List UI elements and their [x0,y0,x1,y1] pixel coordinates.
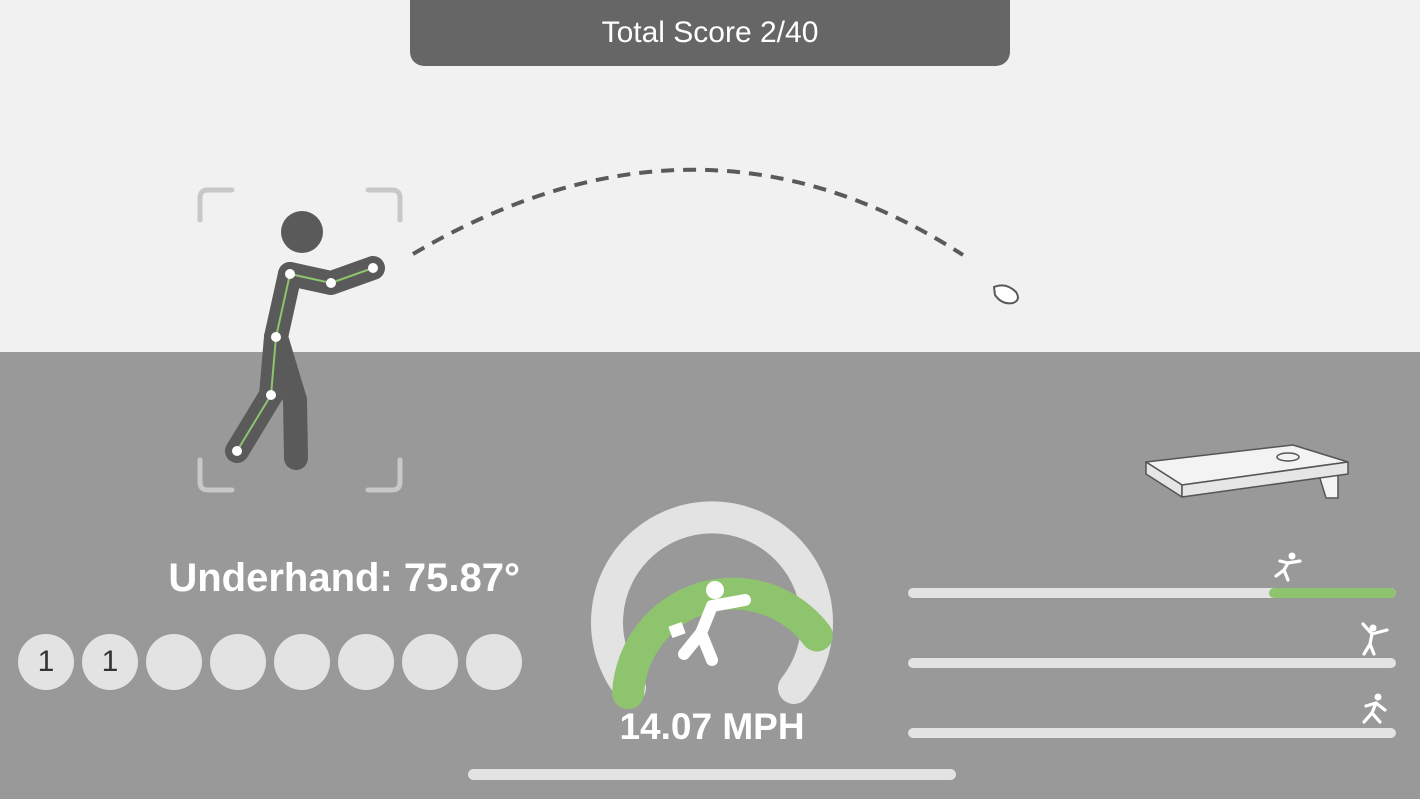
round-score-dot: 1 [82,634,138,690]
bean-bag-icon [992,284,1019,305]
cornhole-board-icon [1145,444,1349,499]
round-score-dots: 1 1 [18,634,522,690]
overhand-throw-icon [1361,622,1389,656]
round-score-dot: 1 [18,634,74,690]
underhand-throw-bar-fill [1269,588,1396,598]
progress-track [468,769,956,780]
round-score-dot [402,634,458,690]
underhand-throw-bar [908,588,1396,598]
underhand-throw-icon [1274,552,1302,582]
sidearm-throw-bar [908,728,1396,738]
sidearm-throw-icon [1362,693,1387,724]
throw-trajectory [411,167,965,257]
overhand-throw-bar [908,658,1396,668]
speed-readout: 14.07 MPH [619,706,805,747]
round-score-dot [210,634,266,690]
round-score-dot [146,634,202,690]
round-score-dot [274,634,330,690]
round-score-dot [466,634,522,690]
round-score-dot [338,634,394,690]
player-figure [225,211,385,470]
throw-type-label: Underhand: 75.87° [168,556,520,600]
